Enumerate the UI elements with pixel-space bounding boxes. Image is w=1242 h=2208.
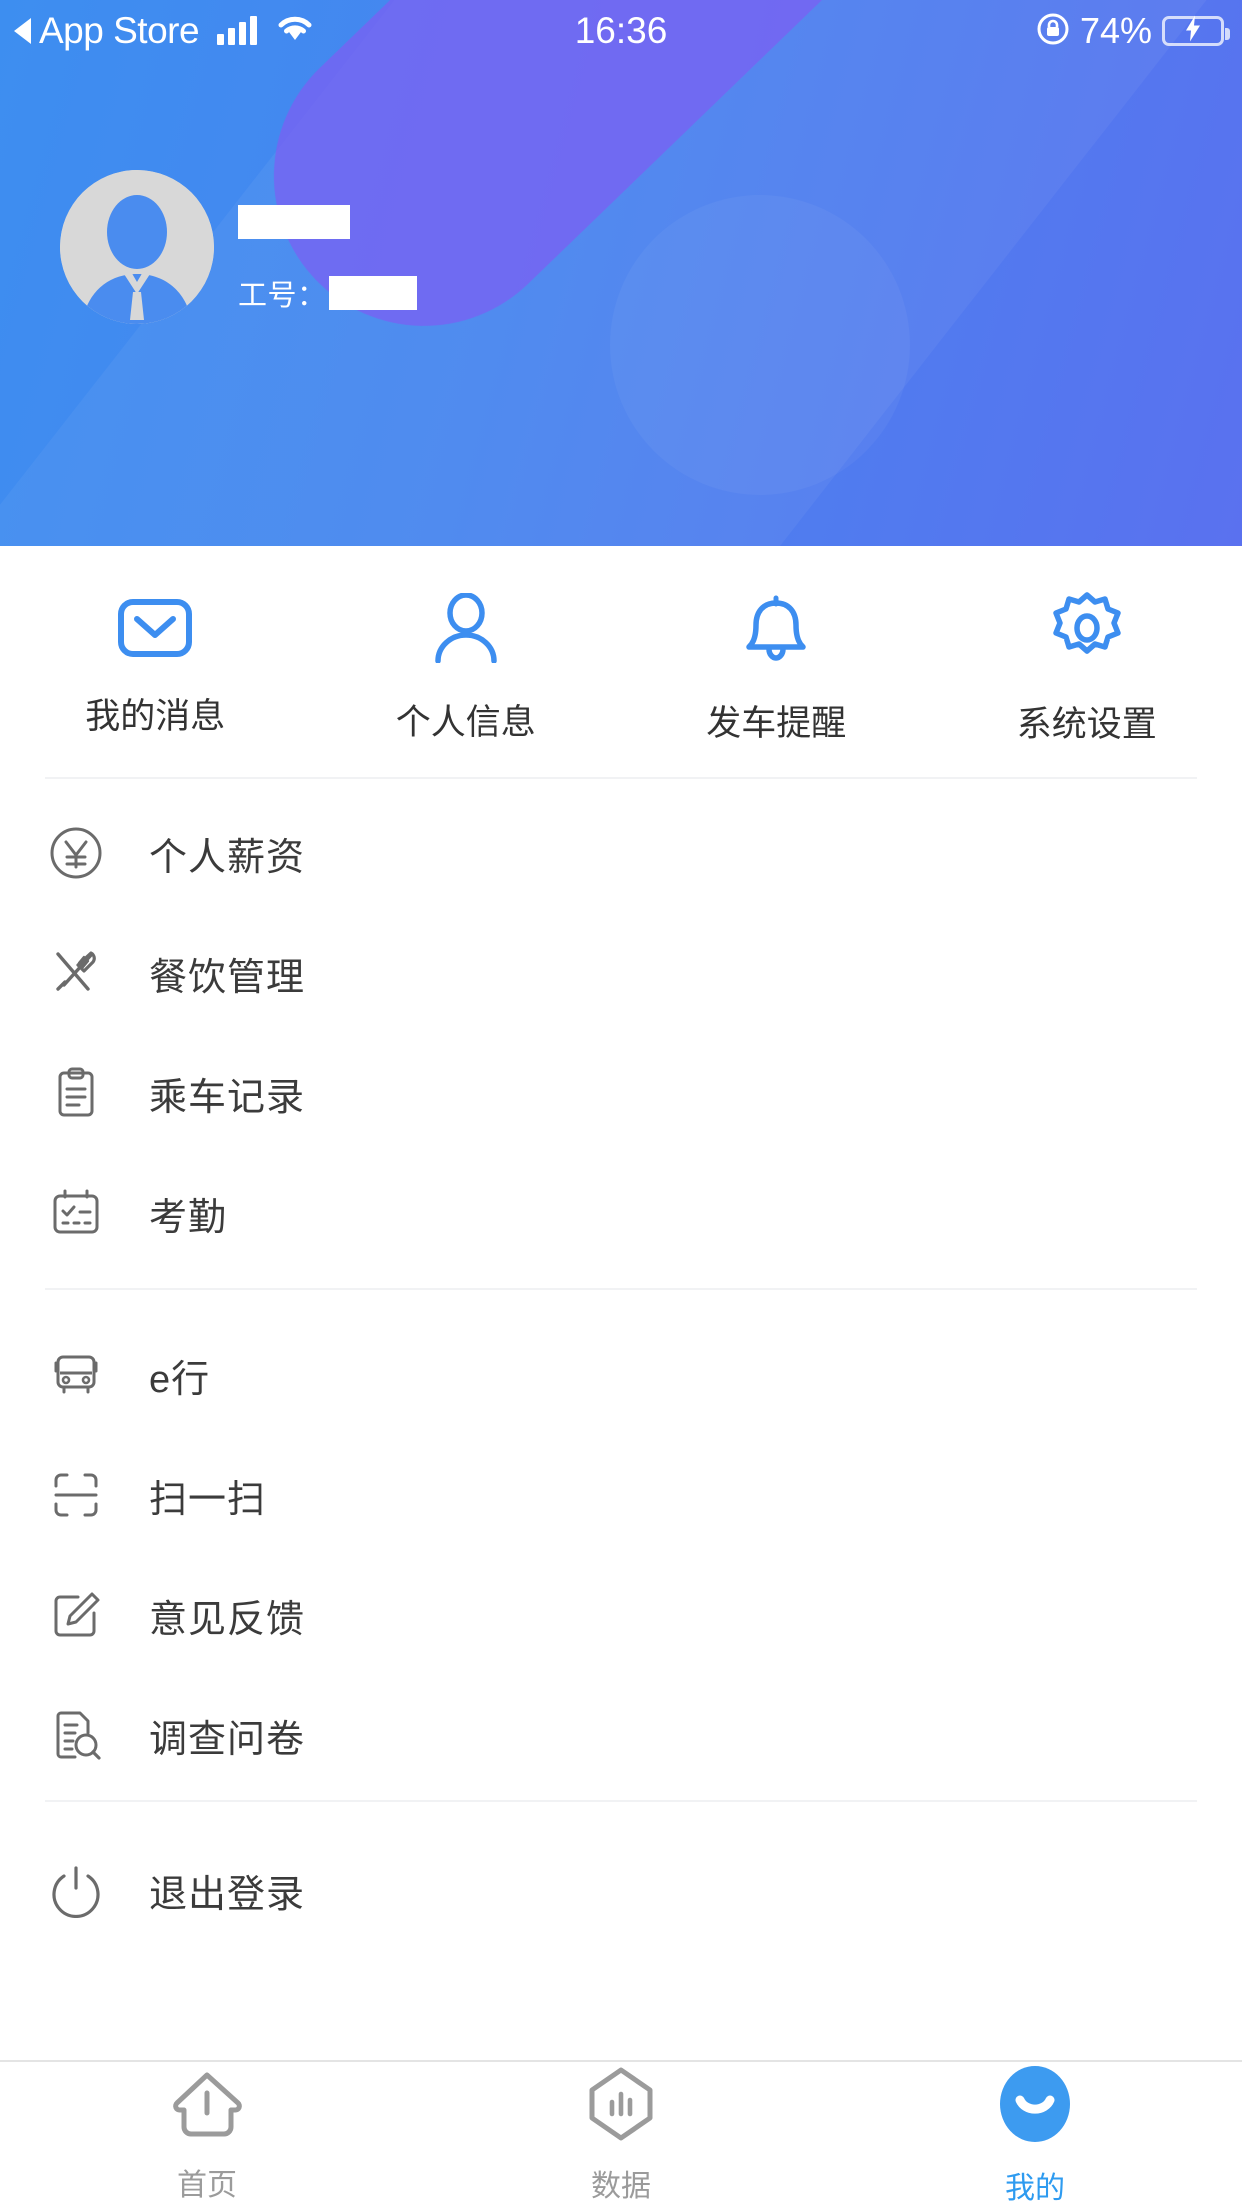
scan-icon — [45, 1467, 107, 1523]
menu-group-services: e行 扫一扫 意见反馈 调查问卷 — [0, 1315, 1242, 1795]
document-search-icon — [45, 1707, 107, 1763]
home-icon — [168, 2067, 246, 2146]
quick-action-departure-reminder[interactable]: 发车提醒 — [621, 546, 932, 778]
bell-icon — [741, 592, 811, 669]
tab-label: 我的 — [1005, 2171, 1065, 2205]
menu-item-feedback[interactable]: 意见反馈 — [0, 1555, 1242, 1675]
employee-id-row: 工号： — [238, 272, 417, 314]
menu-item-attendance[interactable]: 考勤 — [0, 1153, 1242, 1273]
envelope-icon — [118, 599, 193, 662]
user-avatar-placeholder — [60, 170, 214, 324]
quick-action-settings[interactable]: 系统设置 — [932, 546, 1242, 778]
avatar[interactable] — [60, 170, 214, 324]
gear-icon — [1050, 591, 1124, 670]
person-icon — [429, 592, 503, 668]
smile-face-icon — [997, 2064, 1073, 2149]
menu-item-label: 退出登录 — [149, 1873, 306, 1916]
quick-action-label: 系统设置 — [1016, 705, 1157, 744]
menu-item-label: 餐饮管理 — [149, 956, 306, 999]
divider-quick-actions — [45, 777, 1197, 779]
quick-action-profile[interactable]: 个人信息 — [311, 546, 622, 778]
menu-item-survey[interactable]: 调查问卷 — [0, 1675, 1242, 1795]
quick-action-label: 我的消息 — [85, 697, 226, 736]
bus-icon — [45, 1347, 107, 1403]
menu-group-work: 个人薪资 餐饮管理 乘车记录 考勤 — [0, 793, 1242, 1273]
tab-home[interactable]: 首页 — [0, 2062, 414, 2208]
divider-logout — [45, 1800, 1197, 1802]
employee-id-label: 工号： — [238, 280, 327, 312]
calendar-check-icon — [45, 1185, 107, 1241]
battery-percent-label: 74% — [1079, 10, 1152, 51]
yuan-circle-icon — [45, 825, 107, 881]
user-name-redacted — [238, 205, 350, 239]
menu-group-account: 退出登录 — [0, 1830, 1242, 1950]
status-bar-right: 74% — [1036, 10, 1230, 52]
tab-data[interactable]: 数据 — [414, 2062, 828, 2208]
app-screen: 工号： App Store 16:36 74% 我的消息 个人信息 发车提醒 系… — [0, 0, 1242, 2208]
menu-item-label: 考勤 — [149, 1196, 228, 1239]
menu-item-label: 调查问卷 — [149, 1718, 306, 1761]
profile-info: 工号： — [238, 205, 417, 314]
power-icon — [45, 1862, 107, 1918]
menu-item-label: 扫一扫 — [149, 1478, 267, 1521]
rotation-lock-icon — [1036, 12, 1070, 51]
employee-id-redacted — [328, 276, 417, 310]
profile-header: 工号： — [0, 0, 1242, 546]
menu-item-e-travel[interactable]: e行 — [0, 1315, 1242, 1435]
menu-item-ride-records[interactable]: 乘车记录 — [0, 1033, 1242, 1153]
menu-item-label: 乘车记录 — [149, 1076, 306, 1119]
edit-square-icon — [45, 1587, 107, 1643]
fork-knife-icon — [45, 945, 107, 1001]
menu-item-scan[interactable]: 扫一扫 — [0, 1435, 1242, 1555]
quick-action-messages[interactable]: 我的消息 — [0, 546, 311, 778]
header-circle-decoration — [610, 195, 910, 495]
battery-charging-icon — [1162, 15, 1230, 46]
menu-item-salary[interactable]: 个人薪资 — [0, 793, 1242, 913]
tab-label: 数据 — [591, 2169, 651, 2203]
bottom-tab-bar: 首页 数据 我的 — [0, 2060, 1242, 2208]
data-hexagon-icon — [586, 2066, 656, 2147]
divider-services — [45, 1288, 1197, 1290]
quick-action-label: 发车提醒 — [706, 704, 847, 743]
menu-item-label: 意见反馈 — [149, 1598, 306, 1641]
menu-item-catering[interactable]: 餐饮管理 — [0, 913, 1242, 1033]
tab-label: 首页 — [177, 2168, 237, 2202]
quick-actions-row: 我的消息 个人信息 发车提醒 系统设置 — [0, 546, 1242, 778]
menu-item-logout[interactable]: 退出登录 — [0, 1830, 1242, 1950]
tab-mine[interactable]: 我的 — [828, 2062, 1242, 2208]
menu-item-label: e行 — [149, 1358, 211, 1401]
status-bar: App Store 16:36 74% — [0, 0, 1242, 62]
menu-item-label: 个人薪资 — [149, 836, 306, 879]
clipboard-icon — [45, 1065, 107, 1121]
quick-action-label: 个人信息 — [395, 703, 536, 742]
